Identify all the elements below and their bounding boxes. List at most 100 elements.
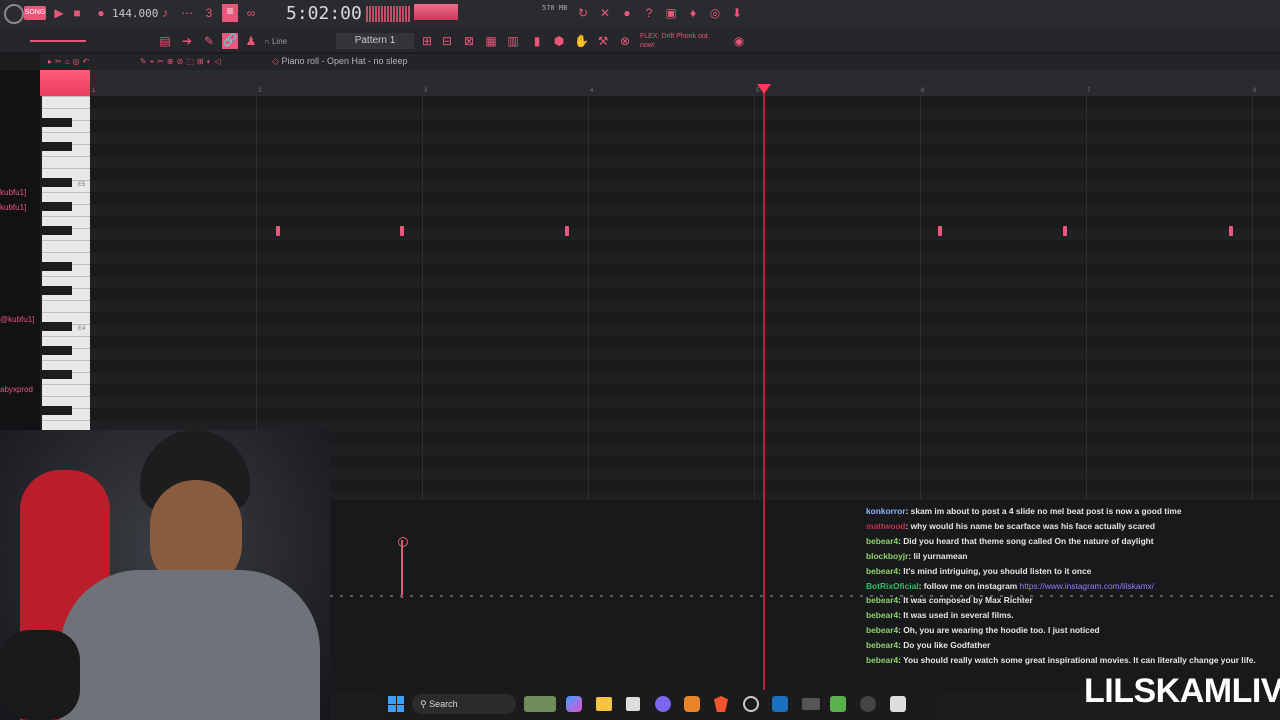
playhead-line[interactable] <box>763 88 765 690</box>
touch-icon[interactable]: ✋ <box>574 34 589 48</box>
fl-logo-icon[interactable] <box>4 4 24 24</box>
white-key[interactable] <box>42 156 90 157</box>
browser-icon[interactable]: ▦ <box>484 34 498 48</box>
chat-text: : It's mind intriguing, you should liste… <box>898 565 1092 576</box>
white-key[interactable] <box>42 360 90 361</box>
black-key[interactable] <box>42 406 72 415</box>
arrow-right-icon[interactable]: ➔ <box>180 34 194 48</box>
black-key[interactable] <box>42 202 72 211</box>
windows-start-icon[interactable] <box>388 696 404 712</box>
piano-roll-options-icon[interactable]: ▸✂⌂◎↶ <box>48 57 118 67</box>
black-key[interactable] <box>42 286 72 295</box>
cart-icon[interactable]: ⊗ <box>618 34 632 48</box>
record-icon[interactable]: ● <box>94 6 108 20</box>
store-icon[interactable] <box>626 697 640 711</box>
white-key[interactable] <box>42 336 90 337</box>
white-key[interactable] <box>42 96 90 97</box>
help-icon[interactable]: ? <box>642 6 656 20</box>
white-key[interactable] <box>42 312 90 313</box>
song-mode-button[interactable]: SONG <box>24 6 46 20</box>
refresh-icon[interactable]: ↻ <box>576 6 590 20</box>
file-explorer-icon[interactable] <box>596 697 612 711</box>
midi-note[interactable] <box>1229 226 1233 236</box>
white-key[interactable] <box>42 384 90 385</box>
black-key[interactable] <box>42 226 72 235</box>
discord-icon[interactable] <box>655 696 671 712</box>
step-edit-icon[interactable]: ≡ <box>222 4 238 22</box>
white-key[interactable] <box>42 240 90 241</box>
midi-note[interactable] <box>1063 226 1067 236</box>
white-key[interactable] <box>42 132 90 133</box>
tool-icons[interactable]: ✎⌖✂⊕⊘⬚⊞◐◁ <box>140 57 268 67</box>
tools-icon[interactable]: ✕ <box>598 6 612 20</box>
white-key[interactable] <box>42 300 90 301</box>
stop-icon[interactable]: ■ <box>70 6 84 20</box>
grid-bar-line <box>422 96 423 500</box>
chat-icon[interactable]: ◎ <box>708 6 722 20</box>
white-key[interactable] <box>42 252 90 253</box>
plugin-icon[interactable]: ♦ <box>686 6 700 20</box>
velocity-handle[interactable] <box>398 537 408 547</box>
black-key[interactable] <box>42 322 72 331</box>
view-playlist-icon[interactable]: ▤ <box>158 34 172 48</box>
playlist-icon[interactable]: ▥ <box>506 34 520 48</box>
midi-note[interactable] <box>400 226 404 236</box>
midi-note[interactable] <box>565 226 569 236</box>
black-key[interactable] <box>42 142 72 151</box>
white-key[interactable] <box>42 396 90 397</box>
wrench-icon[interactable]: ⚒ <box>596 34 610 48</box>
snap-selector[interactable]: ∩ Line <box>264 37 287 46</box>
fl-studio-taskbar-icon[interactable] <box>684 696 700 712</box>
white-key[interactable] <box>42 108 90 109</box>
download-icon[interactable]: ⬇ <box>730 6 744 20</box>
widgets-icon[interactable] <box>524 696 556 712</box>
loop-record-icon[interactable]: ∞ <box>244 6 258 20</box>
white-key[interactable] <box>42 168 90 169</box>
app-icon-3[interactable] <box>860 696 876 712</box>
mic-icon[interactable]: ● <box>620 6 634 20</box>
chat-link[interactable]: https://www.instagram.com/lilskamx/ <box>1020 581 1155 591</box>
white-key[interactable] <box>42 420 90 421</box>
steam-icon[interactable] <box>772 696 788 712</box>
draw-tool-icon[interactable]: ✎ <box>202 34 216 48</box>
grid-row <box>90 168 1280 180</box>
black-key[interactable] <box>42 346 72 355</box>
black-key[interactable] <box>42 262 72 271</box>
white-key[interactable] <box>42 192 90 193</box>
save-icon[interactable]: ▣ <box>664 6 678 20</box>
timeline-ruler[interactable] <box>90 70 1280 96</box>
stream-chat: konkorror: skam im about to post a 4 sli… <box>866 504 1256 668</box>
chrome-icon[interactable] <box>743 696 759 712</box>
pattern-selector[interactable]: Pattern 1 <box>336 33 414 49</box>
wait-icon[interactable]: ⋯ <box>180 6 194 20</box>
app-icon-4[interactable] <box>890 696 906 712</box>
grid-row <box>90 240 1280 252</box>
taskbar-search-box[interactable]: ⚲ Search <box>412 694 516 714</box>
countdown-icon[interactable]: 3 <box>202 6 216 20</box>
tempo-tapper-icon[interactable]: ⬢ <box>552 34 566 48</box>
news-hint[interactable]: FLEX: Drift Phonk out now! <box>640 32 720 50</box>
white-key[interactable] <box>42 216 90 217</box>
app-icon-2[interactable] <box>830 696 846 712</box>
black-key[interactable] <box>42 118 72 127</box>
tempo-display[interactable]: 144.000 <box>112 7 158 20</box>
plugin-picker-icon[interactable]: ▮ <box>530 34 544 48</box>
link-icon[interactable]: 🔗 <box>222 33 238 49</box>
velocity-bar[interactable] <box>401 540 403 598</box>
white-key[interactable] <box>42 276 90 277</box>
black-key[interactable] <box>42 178 72 187</box>
black-key[interactable] <box>42 370 72 379</box>
master-pitch-slider[interactable] <box>30 40 86 42</box>
app-icon[interactable] <box>802 698 820 710</box>
piano-roll-icon[interactable]: ⊠ <box>462 34 476 48</box>
play-icon[interactable]: ▶ <box>52 6 66 20</box>
channel-rack-icon[interactable]: ⊟ <box>440 34 454 48</box>
midi-note[interactable] <box>938 226 942 236</box>
time-display[interactable]: 5:02:00 <box>286 3 362 24</box>
copilot-icon[interactable] <box>566 696 582 712</box>
midi-note[interactable] <box>276 226 280 236</box>
stamp-icon[interactable]: ♟ <box>244 34 258 48</box>
mixer-icon[interactable]: ⊞ <box>420 34 434 48</box>
account-icon[interactable]: ◉ <box>732 34 746 48</box>
metronome-icon[interactable]: ♪ <box>158 6 172 20</box>
